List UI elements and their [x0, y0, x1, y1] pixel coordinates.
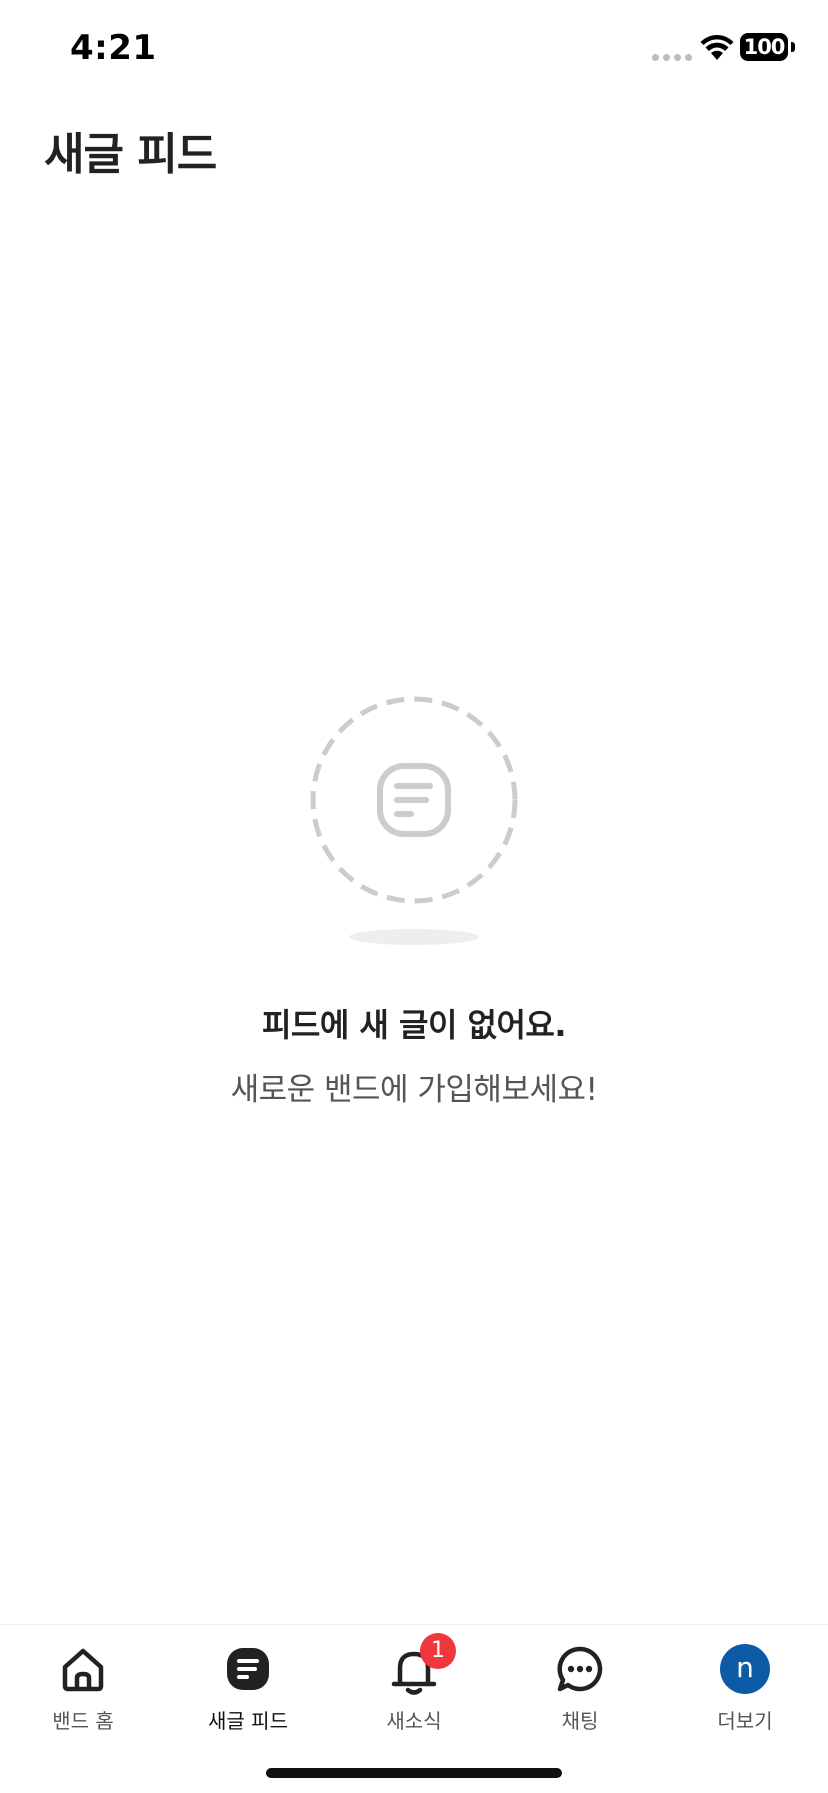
wifi-icon: [700, 35, 734, 60]
empty-state: 피드에 새 글이 없어요. 새로운 밴드에 가입해보세요!: [0, 690, 828, 1109]
feed-empty-illustration: [304, 690, 524, 950]
feed-icon: [218, 1639, 278, 1699]
tab-label-new-feed: 새글 피드: [208, 1709, 288, 1733]
profile-avatar: n: [715, 1639, 775, 1699]
avatar: n: [720, 1644, 770, 1694]
tab-label-more: 더보기: [717, 1709, 773, 1733]
tab-label-band-home: 밴드 홈: [52, 1709, 114, 1733]
home-indicator: [266, 1768, 562, 1778]
status-time: 4:21: [70, 28, 157, 68]
tab-notifications[interactable]: 1 새소식: [331, 1633, 497, 1749]
status-bar: 4:21 100: [0, 0, 828, 100]
tab-label-notifications: 새소식: [386, 1709, 442, 1733]
tab-chat[interactable]: 채팅: [497, 1639, 663, 1749]
battery-level: 100: [740, 33, 788, 61]
page-title: 새글 피드: [44, 129, 217, 180]
chat-bubble-icon: [550, 1639, 610, 1699]
empty-state-subtitle: 새로운 밴드에 가입해보세요!: [230, 1072, 598, 1108]
bell-icon: 1: [384, 1633, 456, 1699]
tab-band-home[interactable]: 밴드 홈: [0, 1639, 166, 1749]
tab-label-chat: 채팅: [561, 1709, 599, 1733]
empty-state-title: 피드에 새 글이 없어요.: [261, 1006, 567, 1044]
notification-badge: 1: [420, 1633, 456, 1669]
cellular-signal-icon: [652, 54, 692, 61]
battery-icon: 100: [740, 33, 796, 63]
tab-more[interactable]: n 더보기: [662, 1639, 828, 1749]
tab-new-feed[interactable]: 새글 피드: [165, 1639, 331, 1749]
home-icon: [53, 1639, 113, 1699]
